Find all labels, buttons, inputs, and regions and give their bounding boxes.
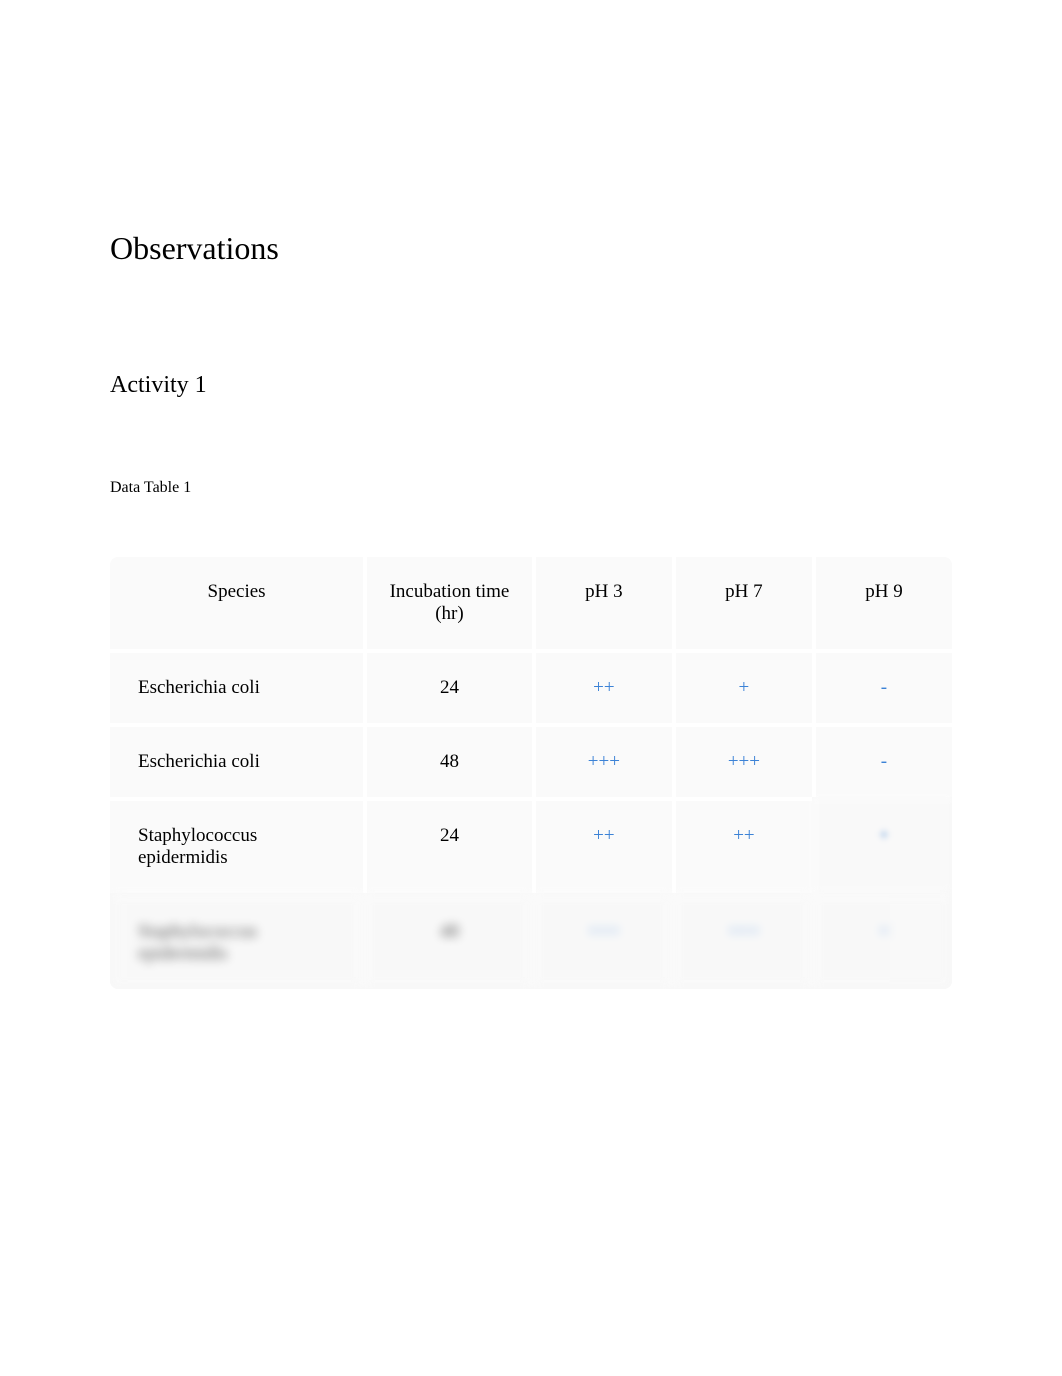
- cell-species: Escherichia coli: [110, 649, 363, 723]
- cell-incubation: 48: [363, 893, 532, 989]
- cell-species: Staphylococcus epidermidis: [110, 893, 363, 989]
- cell-ph3: +++: [532, 893, 672, 989]
- cell-ph7: +: [672, 649, 812, 723]
- table-row: Escherichia coli 24 ++ + -: [110, 649, 952, 723]
- cell-ph7: ++: [672, 797, 812, 893]
- section-heading: Observations: [110, 230, 952, 267]
- cell-ph9: +: [812, 797, 952, 893]
- header-incubation: Incubation time (hr): [363, 557, 532, 649]
- cell-ph9: -: [812, 723, 952, 797]
- cell-incubation: 48: [363, 723, 532, 797]
- header-ph9: pH 9: [812, 557, 952, 649]
- cell-ph9: -: [812, 649, 952, 723]
- table-header-row: Species Incubation time (hr) pH 3 pH 7 p…: [110, 557, 952, 649]
- cell-incubation: 24: [363, 649, 532, 723]
- header-species: Species: [110, 557, 363, 649]
- cell-ph3: ++: [532, 649, 672, 723]
- activity-heading: Activity 1: [110, 372, 952, 399]
- table-row: Staphylococcus epidermidis 24 ++ ++ +: [110, 797, 952, 893]
- table-row: Staphylococcus epidermidis 48 +++ +++ +: [110, 893, 952, 989]
- data-table: Species Incubation time (hr) pH 3 pH 7 p…: [110, 557, 952, 989]
- table-row: Escherichia coli 48 +++ +++ -: [110, 723, 952, 797]
- cell-incubation: 24: [363, 797, 532, 893]
- cell-ph9: +: [812, 893, 952, 989]
- table-caption: Data Table 1: [110, 479, 952, 497]
- cell-ph7: +++: [672, 723, 812, 797]
- cell-ph3: +++: [532, 723, 672, 797]
- header-ph3: pH 3: [532, 557, 672, 649]
- cell-species: Staphylococcus epidermidis: [110, 797, 363, 893]
- header-ph7: pH 7: [672, 557, 812, 649]
- cell-ph7: +++: [672, 893, 812, 989]
- cell-species: Escherichia coli: [110, 723, 363, 797]
- cell-ph3: ++: [532, 797, 672, 893]
